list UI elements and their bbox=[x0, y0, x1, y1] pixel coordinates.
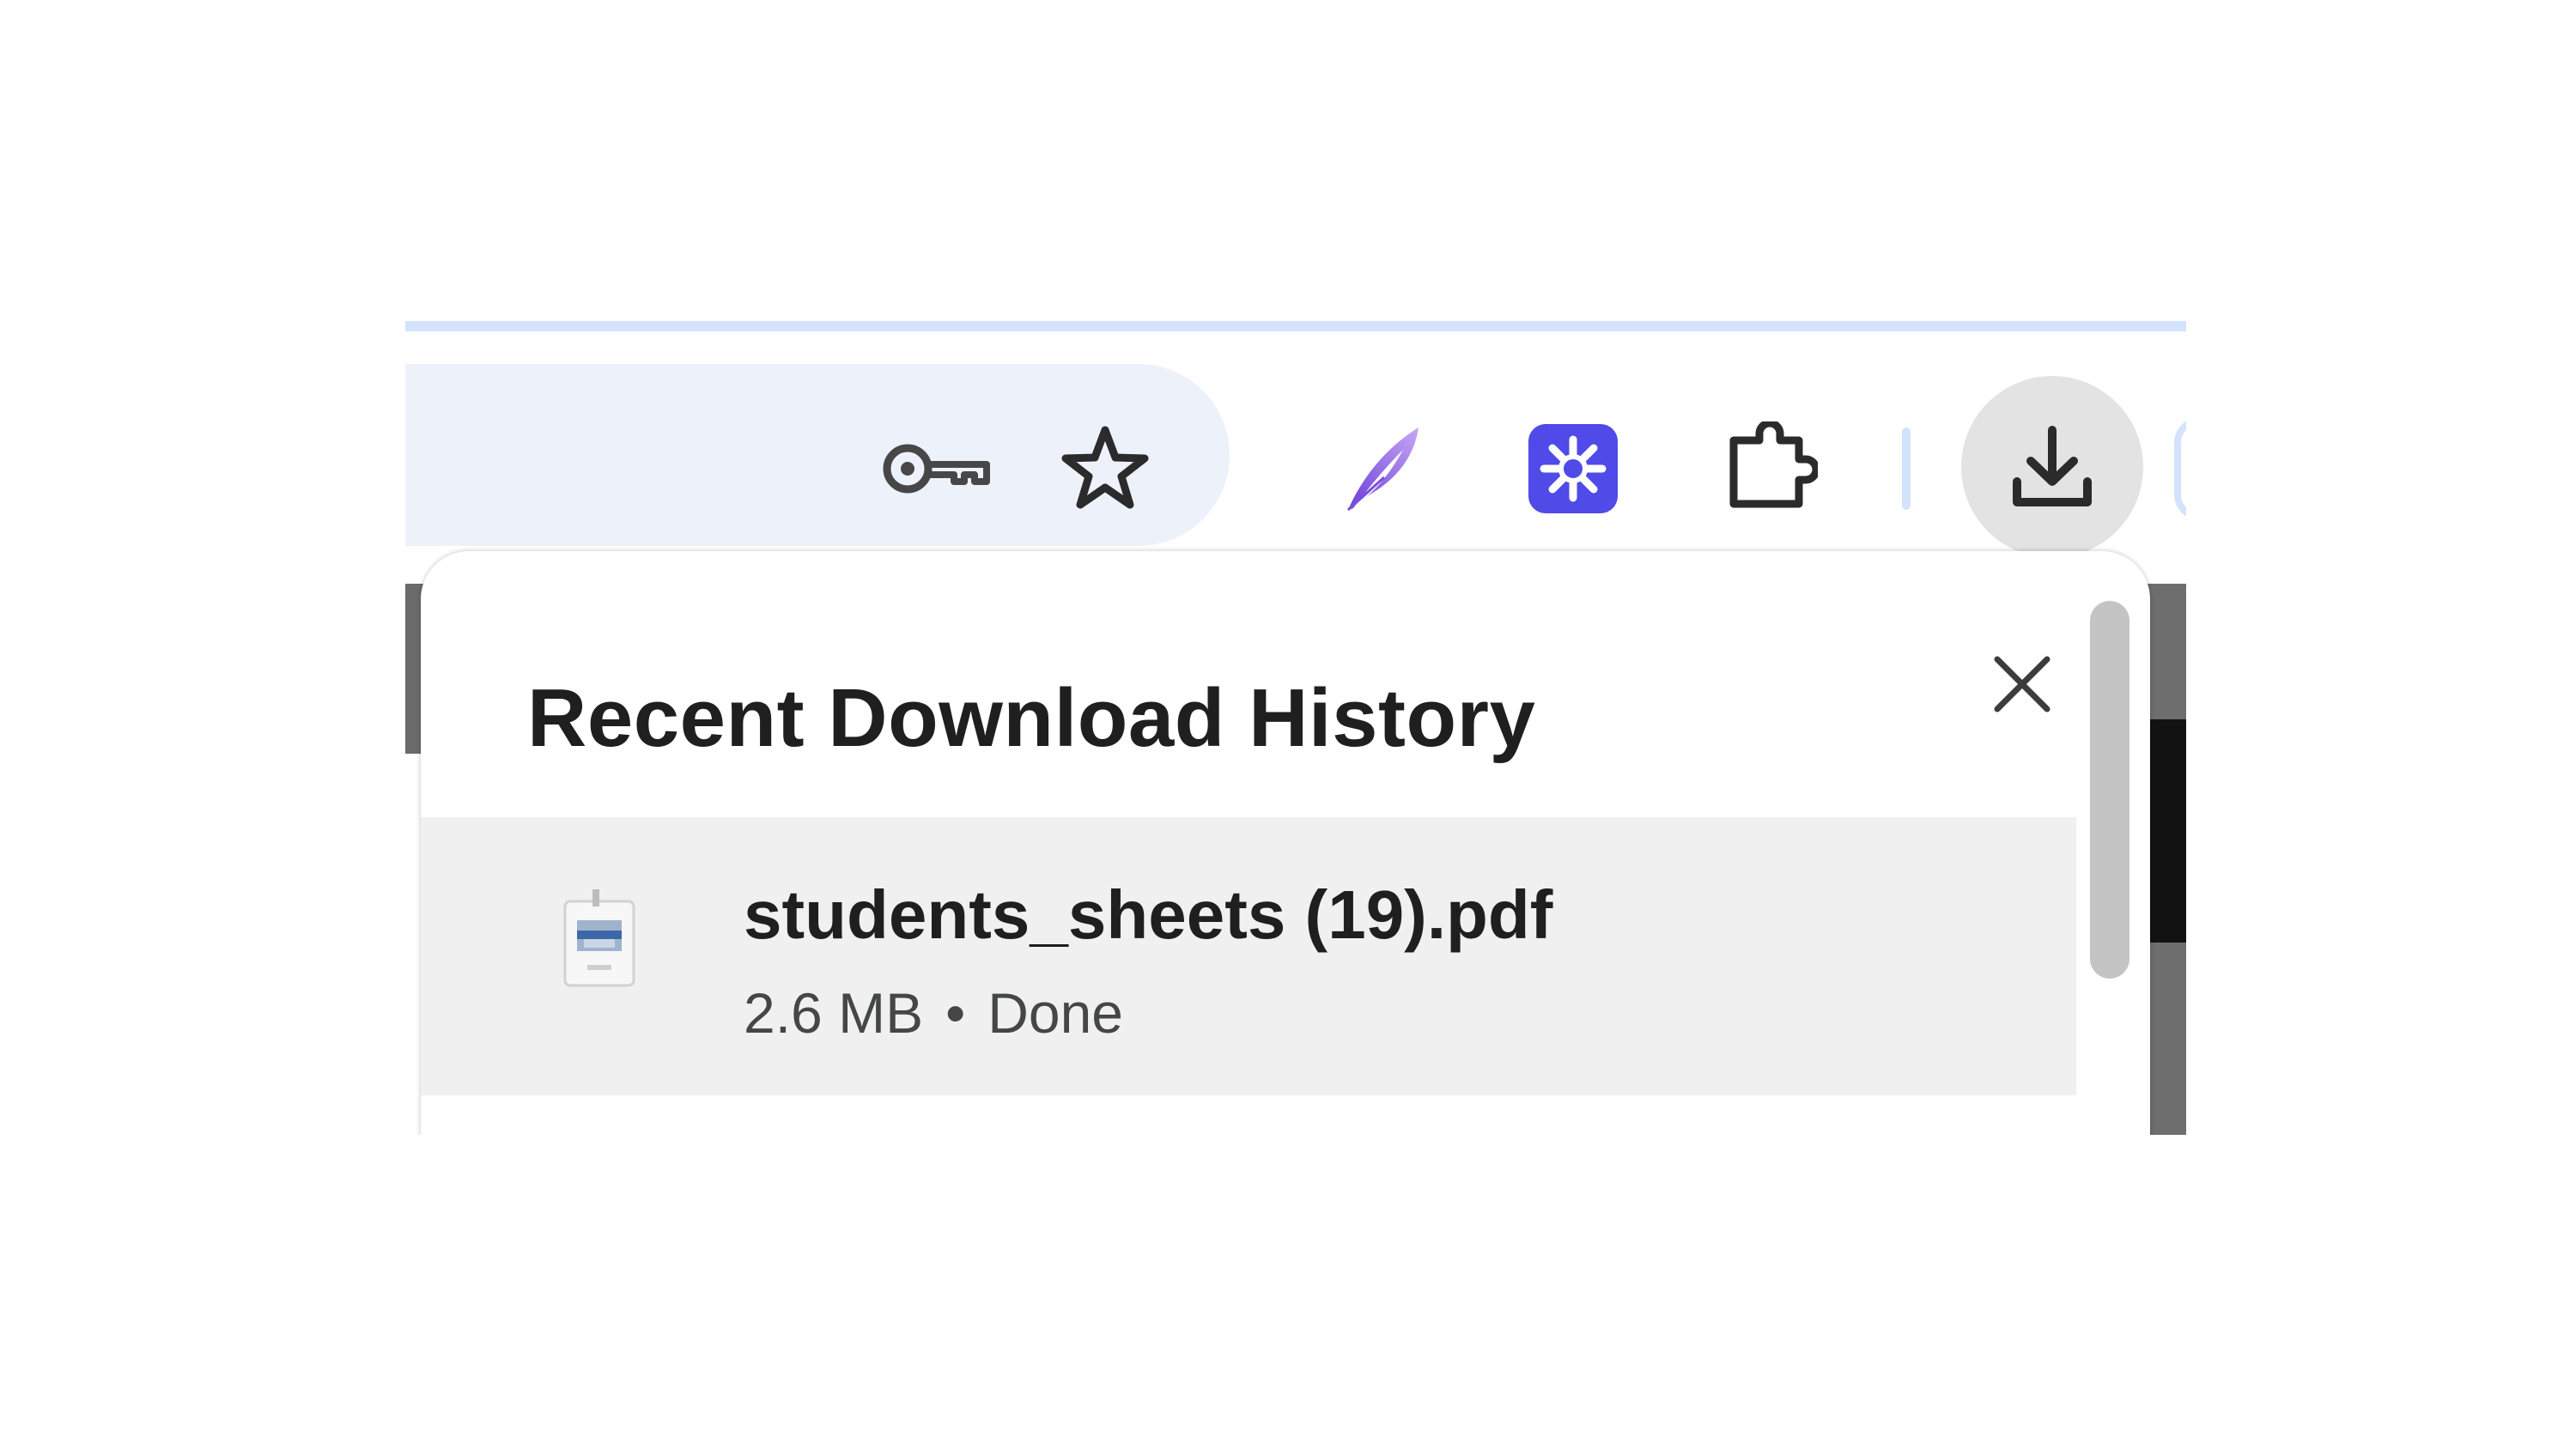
pdf-file-icon bbox=[558, 886, 641, 989]
profile-avatar[interactable] bbox=[2174, 417, 2186, 520]
downloads-button[interactable] bbox=[1961, 376, 2143, 558]
download-file-name[interactable]: students_sheets (19).pdf bbox=[744, 876, 1552, 955]
browser-window: Recent Download History students_sheets … bbox=[405, 321, 2186, 1135]
quill-icon[interactable] bbox=[1324, 409, 1444, 529]
asterisk-icon[interactable] bbox=[1522, 417, 1625, 520]
download-list-item[interactable]: students_sheets (19).pdf 2.6 MB • Done bbox=[421, 817, 2076, 1095]
status-separator: • bbox=[945, 981, 966, 1045]
key-icon[interactable] bbox=[878, 417, 998, 520]
star-icon[interactable] bbox=[1049, 413, 1161, 524]
download-icon bbox=[2013, 426, 2092, 506]
scrollbar-thumb[interactable] bbox=[2090, 601, 2129, 979]
tab-strip-accent bbox=[405, 321, 2186, 331]
download-state: Done bbox=[987, 981, 1123, 1045]
puzzle-icon[interactable] bbox=[1719, 417, 1822, 520]
download-file-status: 2.6 MB • Done bbox=[744, 980, 1123, 1046]
close-button[interactable] bbox=[1966, 628, 2078, 740]
screenshot-stage: Recent Download History students_sheets … bbox=[0, 0, 2576, 1449]
download-file-size: 2.6 MB bbox=[744, 981, 924, 1045]
popup-title: Recent Download History bbox=[527, 672, 1536, 764]
close-icon bbox=[1994, 656, 2050, 712]
browser-toolbar bbox=[405, 331, 2186, 558]
download-history-popup: Recent Download History students_sheets … bbox=[421, 551, 2150, 1135]
toolbar-separator bbox=[1902, 427, 1911, 510]
